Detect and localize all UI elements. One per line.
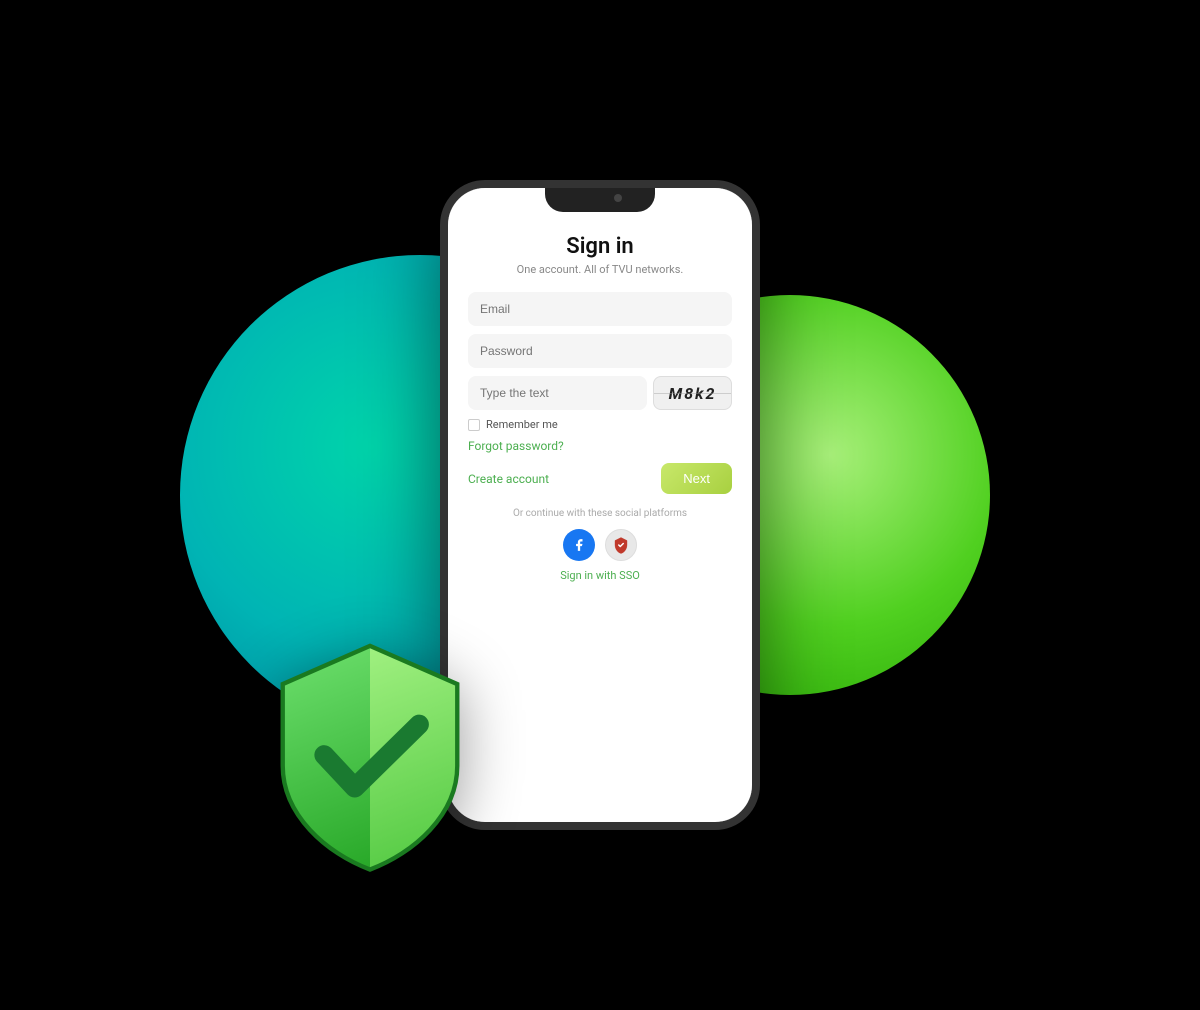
captcha-image: M8k2 [653, 376, 732, 410]
sign-in-subtitle: One account. All of TVU networks. [517, 263, 684, 276]
phone-frame: Sign in One account. All of TVU networks… [440, 180, 760, 830]
remember-me-label: Remember me [486, 418, 558, 431]
shield-checkmark-icon [260, 635, 480, 875]
remember-row: Remember me [468, 418, 732, 431]
social-icons-row [563, 529, 637, 561]
captcha-code: M8k2 [669, 384, 717, 403]
next-button[interactable]: Next [661, 463, 732, 494]
phone-screen: Sign in One account. All of TVU networks… [448, 188, 752, 822]
social-divider: Or continue with these social platforms [513, 508, 687, 519]
create-account-link[interactable]: Create account [468, 472, 549, 486]
actions-row: Create account Next [468, 463, 732, 494]
sign-in-sso-link[interactable]: Sign in with SSO [560, 569, 640, 582]
email-field[interactable] [468, 292, 732, 326]
facebook-icon[interactable] [563, 529, 595, 561]
remember-me-checkbox[interactable] [468, 419, 480, 431]
password-field[interactable] [468, 334, 732, 368]
sign-in-title: Sign in [566, 234, 633, 259]
shield-container [260, 635, 480, 875]
sso-icon[interactable] [605, 529, 637, 561]
phone-container: Sign in One account. All of TVU networks… [440, 180, 760, 830]
captcha-input[interactable] [468, 376, 647, 410]
scene: Sign in One account. All of TVU networks… [150, 75, 1050, 935]
forgot-password-link[interactable]: Forgot password? [468, 439, 732, 453]
captcha-row: M8k2 [468, 376, 732, 410]
